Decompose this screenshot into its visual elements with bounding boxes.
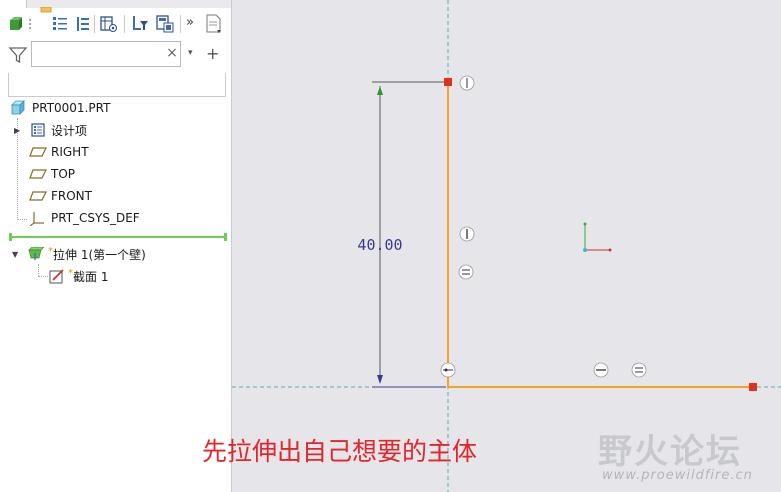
equal-constraint-icon[interactable] (458, 264, 474, 280)
tree-item-label: 设计项 (51, 123, 88, 138)
panel-tab-strip (0, 0, 231, 13)
tab-folder-browser[interactable] (27, 0, 57, 13)
equal-constraint-icon[interactable] (631, 362, 647, 378)
dimension-arrow-bottom (377, 375, 383, 384)
show-icon[interactable] (9, 17, 23, 31)
tree-root-label: PRT0001.PRT (32, 101, 111, 115)
tree-item-label: FRONT (51, 189, 92, 203)
tree-item-label: PRT_CSYS_DEF (51, 211, 140, 225)
tab-model-tree[interactable] (0, 0, 27, 8)
csys-icon (29, 212, 44, 226)
tree-item-section[interactable]: * 截面 1 (49, 266, 108, 286)
toolbar-grip-icon (29, 19, 31, 29)
chevron-down-icon[interactable]: ▾ (188, 48, 193, 58)
tree-item-label: 截面 1 (73, 269, 109, 284)
dimension-value[interactable]: 40.00 (357, 236, 402, 254)
tree-item-front[interactable]: FRONT (29, 186, 92, 206)
tree-item-label: 拉伸 1(第一个壁) (53, 247, 146, 262)
toolbar-overflow-icon[interactable]: » (186, 15, 194, 30)
sketch-icon (49, 269, 64, 284)
clear-search-icon[interactable]: × (165, 46, 179, 60)
tree-item-label: RIGHT (51, 145, 89, 159)
show-hide-icon[interactable] (156, 15, 174, 33)
datum-plane-icon (29, 147, 47, 157)
tree-item-extrude[interactable]: ▼ * 拉伸 1(第一个壁) (12, 244, 146, 264)
sketch-endpoint-right[interactable] (749, 383, 757, 391)
tree-item-label: TOP (51, 167, 76, 181)
csys-triad-icon (583, 222, 612, 252)
chevron-right-icon[interactable]: ▶ (14, 126, 31, 135)
forum-url-watermark: www.proewildfire.cn (602, 468, 753, 483)
add-filter-button[interactable]: + (206, 44, 219, 63)
tree-filter-list-icon[interactable] (75, 16, 91, 32)
dimension-arrow-top (377, 86, 383, 95)
part-icon (11, 100, 25, 115)
model-tree-panel: » × ▾ + PRT0001.PRT ▶ 设计项 RIGHT TOP FRON… (0, 0, 232, 492)
tree-item-top[interactable]: TOP (29, 164, 75, 184)
chevron-down-icon[interactable]: ▼ (12, 250, 28, 259)
forum-logo-watermark: 野火论坛 (598, 432, 742, 472)
insert-indicator[interactable] (10, 236, 226, 238)
tree-item-design-items[interactable]: ▶ 设计项 (14, 120, 87, 140)
point-on-entity-constraint-icon[interactable] (440, 362, 456, 378)
sketch-endpoint-top[interactable] (444, 78, 452, 86)
design-items-icon (31, 123, 45, 137)
graphics-area[interactable]: 40.00 (232, 0, 781, 492)
tree-root[interactable]: PRT0001.PRT (10, 98, 110, 118)
settings-tree-icon[interactable] (100, 15, 118, 33)
tree-columns-icon[interactable] (52, 16, 68, 32)
tree-filters-icon[interactable] (131, 15, 149, 33)
datum-plane-icon (29, 169, 47, 179)
vertical-constraint-icon[interactable] (459, 226, 475, 242)
tree-item-csys[interactable]: PRT_CSYS_DEF (29, 208, 140, 228)
tree-item-right[interactable]: RIGHT (29, 142, 89, 162)
extrude-icon (28, 247, 45, 260)
tree-header-strip (8, 73, 226, 97)
search-input[interactable] (31, 41, 181, 67)
datum-plane-icon (29, 191, 47, 201)
vertical-constraint-icon[interactable] (459, 75, 475, 91)
filter-icon[interactable] (8, 45, 28, 65)
display-settings-icon[interactable] (205, 14, 223, 34)
tutorial-caption: 先拉伸出自己想要的主体 (202, 437, 478, 466)
horizontal-constraint-icon[interactable] (593, 362, 609, 378)
